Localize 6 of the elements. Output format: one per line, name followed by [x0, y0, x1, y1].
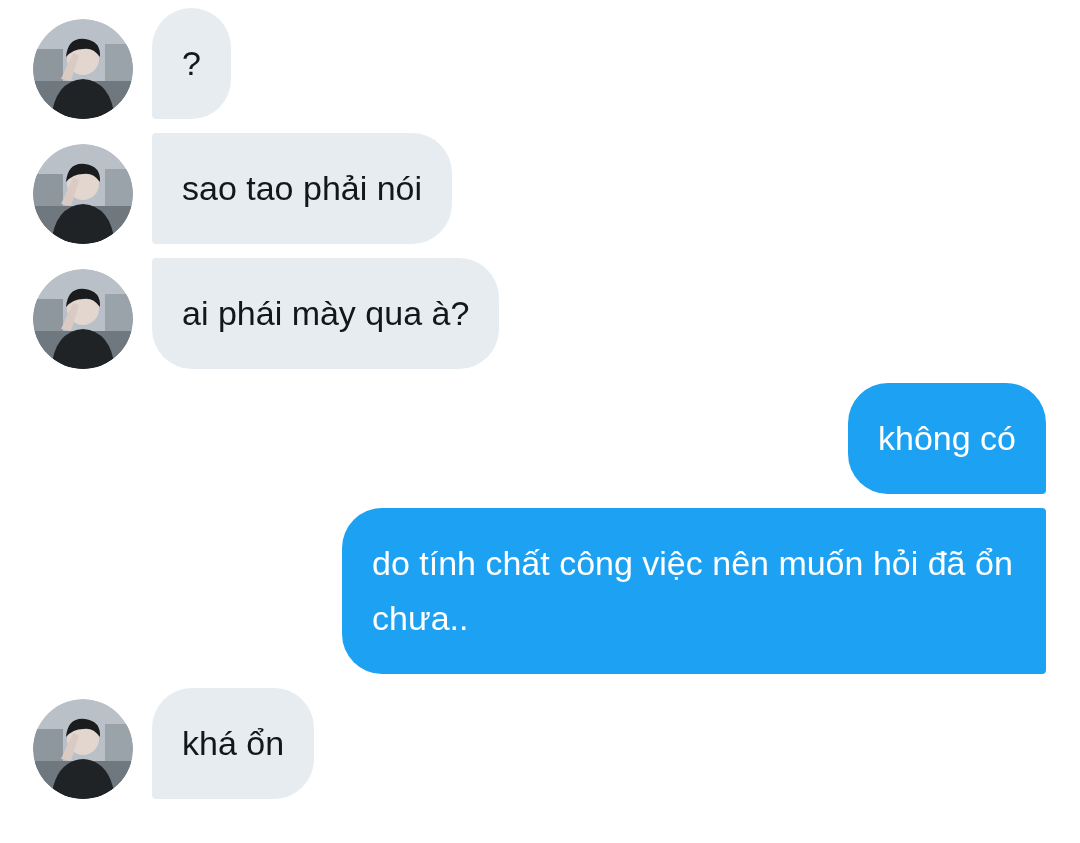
message-bubble: ai phái mày qua à? [152, 258, 500, 369]
message-bubble: khá ổn [152, 688, 315, 799]
message-bubble: sao tao phải nói [152, 133, 453, 244]
message-bubble: do tính chất công việc nên muốn hỏi đã ổn chưa.. [342, 508, 1046, 674]
message-bubble: ? [152, 8, 231, 119]
message-bubble: không có [848, 383, 1046, 494]
